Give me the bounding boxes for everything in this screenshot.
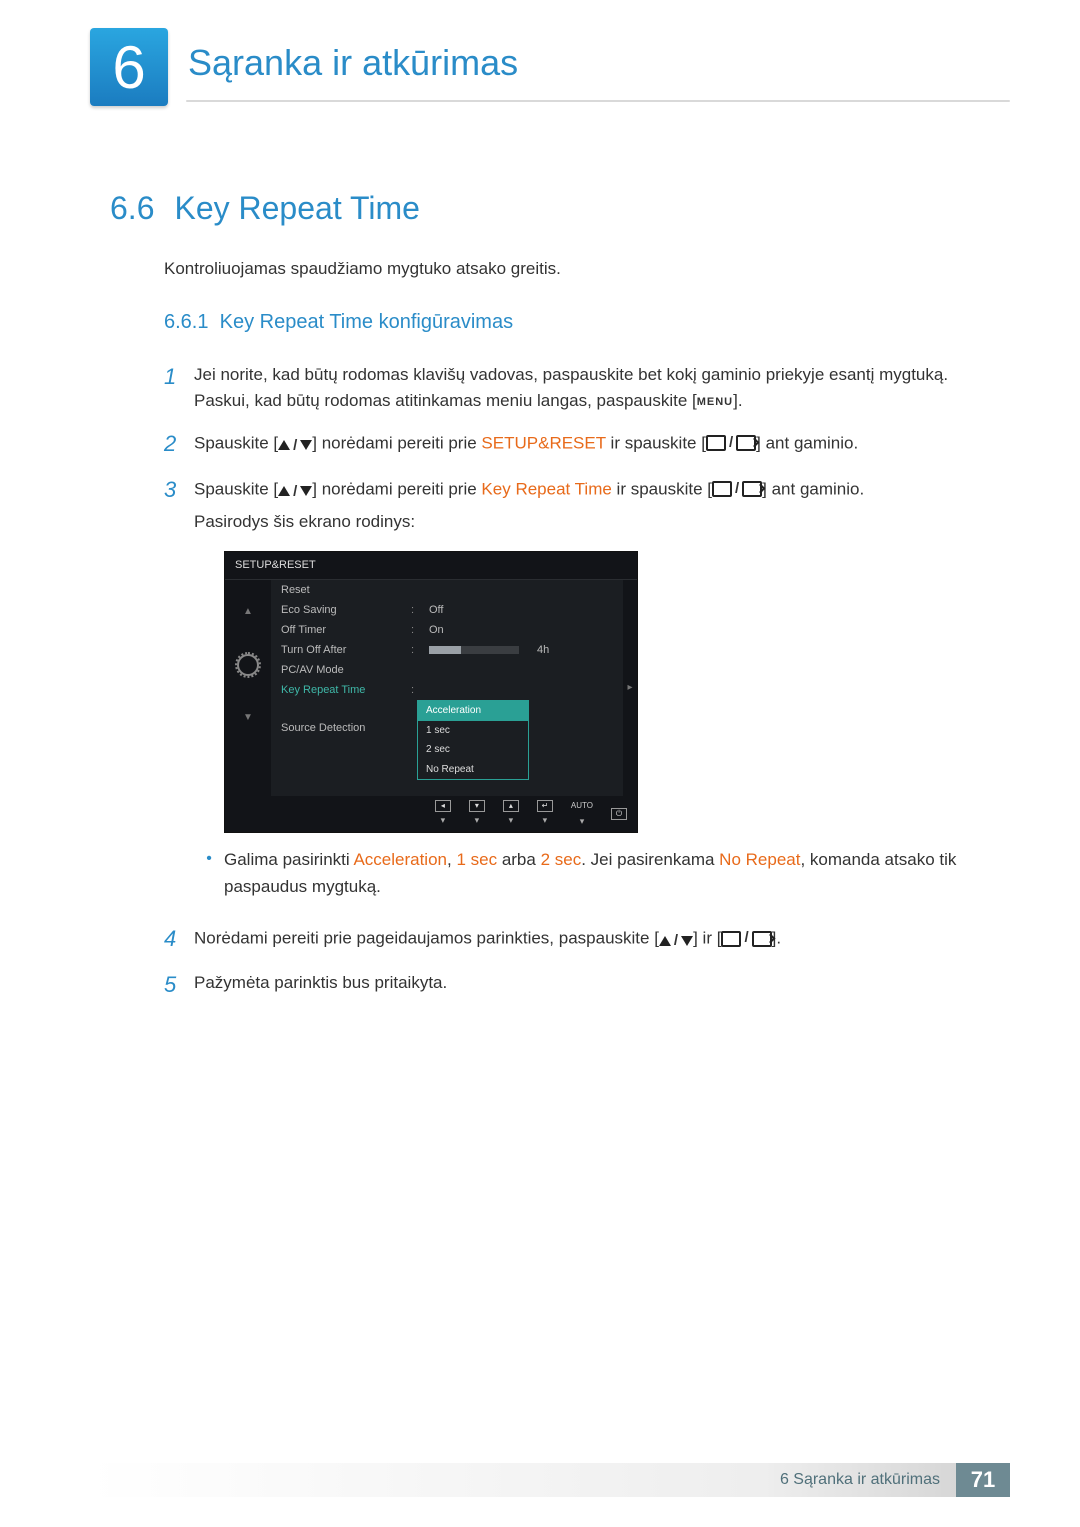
page: 6 Sąranka ir atkūrimas 6.6 Key Repeat Tim… [0, 0, 1080, 1527]
step-4: 4 Norėdami pereiti prie pageidaujamos pa… [164, 924, 990, 956]
header-divider [186, 100, 1010, 102]
chevron-right-icon: ▸ [623, 580, 637, 796]
step-note: • Galima pasirinkti Acceleration, 1 sec … [194, 847, 990, 900]
step-number: 4 [164, 922, 194, 956]
up-down-icon: / [278, 480, 312, 503]
subsection-heading: 6.6.1 Key Repeat Time konfigūravimas [164, 311, 990, 334]
note-body: Galima pasirinkti Acceleration, 1 sec ar… [224, 847, 990, 900]
gear-icon [237, 654, 259, 676]
kw-2sec: 2 sec [541, 850, 582, 869]
step-body: Norėdami pereiti prie pageidaujamos pari… [194, 924, 990, 952]
footer-gradient [90, 1463, 764, 1497]
content: 6.6 Key Repeat Time Kontroliuojamas spaud… [110, 190, 990, 1016]
chevron-down-icon: ▼ [243, 710, 253, 726]
osd-btn-auto: AUTO▾ [571, 800, 593, 828]
step-body: Pažymėta parinktis bus pritaikyta. [194, 970, 990, 996]
osd-row-turn-off: Turn Off After:4h [271, 640, 623, 660]
osd-row-pcav: PC/AV Mode [271, 660, 623, 680]
step-number: 1 [164, 360, 194, 394]
osd-title: SETUP&RESET [225, 552, 637, 580]
section-number: 6.6 [110, 190, 154, 226]
step-number: 3 [164, 473, 194, 507]
step-body: Jei norite, kad būtų rodomas klavišų vad… [194, 362, 990, 415]
up-down-icon: / [278, 434, 312, 457]
enter-source-icon: / [712, 477, 762, 500]
kw-no-repeat: No Repeat [719, 850, 800, 869]
page-footer: 6 Sąranka ir atkūrimas 71 [90, 1463, 1010, 1497]
osd-btn-down: ▾▾ [469, 800, 485, 828]
subsection-number: 6.6.1 [164, 311, 208, 333]
kw-1sec: 1 sec [456, 850, 497, 869]
step-5: 5 Pažymėta parinktis bus pritaikyta. [164, 970, 990, 1002]
osd-body: ▲ ▼ Reset Eco Saving:Off Off Timer:On Tu… [225, 580, 637, 796]
step-body: Spauskite [/] norėdami pereiti prie Key … [194, 475, 990, 910]
osd-row-reset: Reset [271, 580, 623, 600]
chapter-number-badge: 6 [90, 28, 168, 106]
chapter-title: Sąranka ir atkūrimas [188, 42, 518, 84]
chapter-header: 6 Sąranka ir atkūrimas [90, 28, 1010, 106]
step-number: 5 [164, 968, 194, 1002]
osd-rows: Reset Eco Saving:Off Off Timer:On Turn O… [271, 580, 623, 796]
step-2: 2 Spauskite [/] norėdami pereiti prie SE… [164, 429, 990, 461]
osd-btn-enter: ↵▾ [537, 800, 553, 828]
step-1: 1 Jei norite, kad būtų rodomas klavišų v… [164, 362, 990, 415]
enter-source-icon: / [706, 431, 756, 454]
kw-setup-reset: SETUP&RESET [481, 433, 605, 452]
up-down-icon: / [659, 929, 693, 952]
osd-bottom-bar: ◂▾ ▾▾ ▴▾ ↵▾ AUTO▾ ⏻ [225, 796, 637, 832]
osd-btn-back: ◂▾ [435, 800, 451, 828]
section-intro: Kontroliuojamas spaudžiamo mygtuko atsak… [164, 259, 990, 279]
steps-list: 1 Jei norite, kad būtų rodomas klavišų v… [164, 362, 990, 1002]
bullet-icon: • [194, 847, 224, 900]
slider-bar [429, 646, 519, 654]
osd-row-key-repeat: Key Repeat Time: [271, 680, 623, 700]
kw-acceleration: Acceleration [353, 850, 447, 869]
menu-icon: MENU [697, 394, 733, 411]
enter-source-icon: / [721, 926, 771, 949]
osd-btn-up: ▴▾ [503, 800, 519, 828]
page-number: 71 [956, 1463, 1010, 1497]
subsection-title: Key Repeat Time konfigūravimas [220, 311, 513, 333]
step-body: Spauskite [/] norėdami pereiti prie SETU… [194, 429, 990, 457]
footer-chapter-label: 6 Sąranka ir atkūrimas [764, 1463, 956, 1497]
osd-left-panel: ▲ ▼ [225, 580, 271, 796]
kw-key-repeat: Key Repeat Time [481, 479, 611, 498]
section-title: Key Repeat Time [174, 190, 419, 226]
osd-row-off-timer: Off Timer:On [271, 620, 623, 640]
step-3: 3 Spauskite [/] norėdami pereiti prie Ke… [164, 475, 990, 910]
osd-btn-power: ⏻ [611, 808, 627, 820]
step-sub-text: Pasirodys šis ekrano rodinys: [194, 509, 990, 535]
osd-row-eco: Eco Saving:Off [271, 600, 623, 620]
osd-screenshot: SETUP&RESET ▲ ▼ Reset Eco Saving:Off Off… [224, 551, 638, 833]
section-heading: 6.6 Key Repeat Time [110, 190, 990, 227]
chevron-up-icon: ▲ [243, 604, 253, 620]
step-number: 2 [164, 427, 194, 461]
